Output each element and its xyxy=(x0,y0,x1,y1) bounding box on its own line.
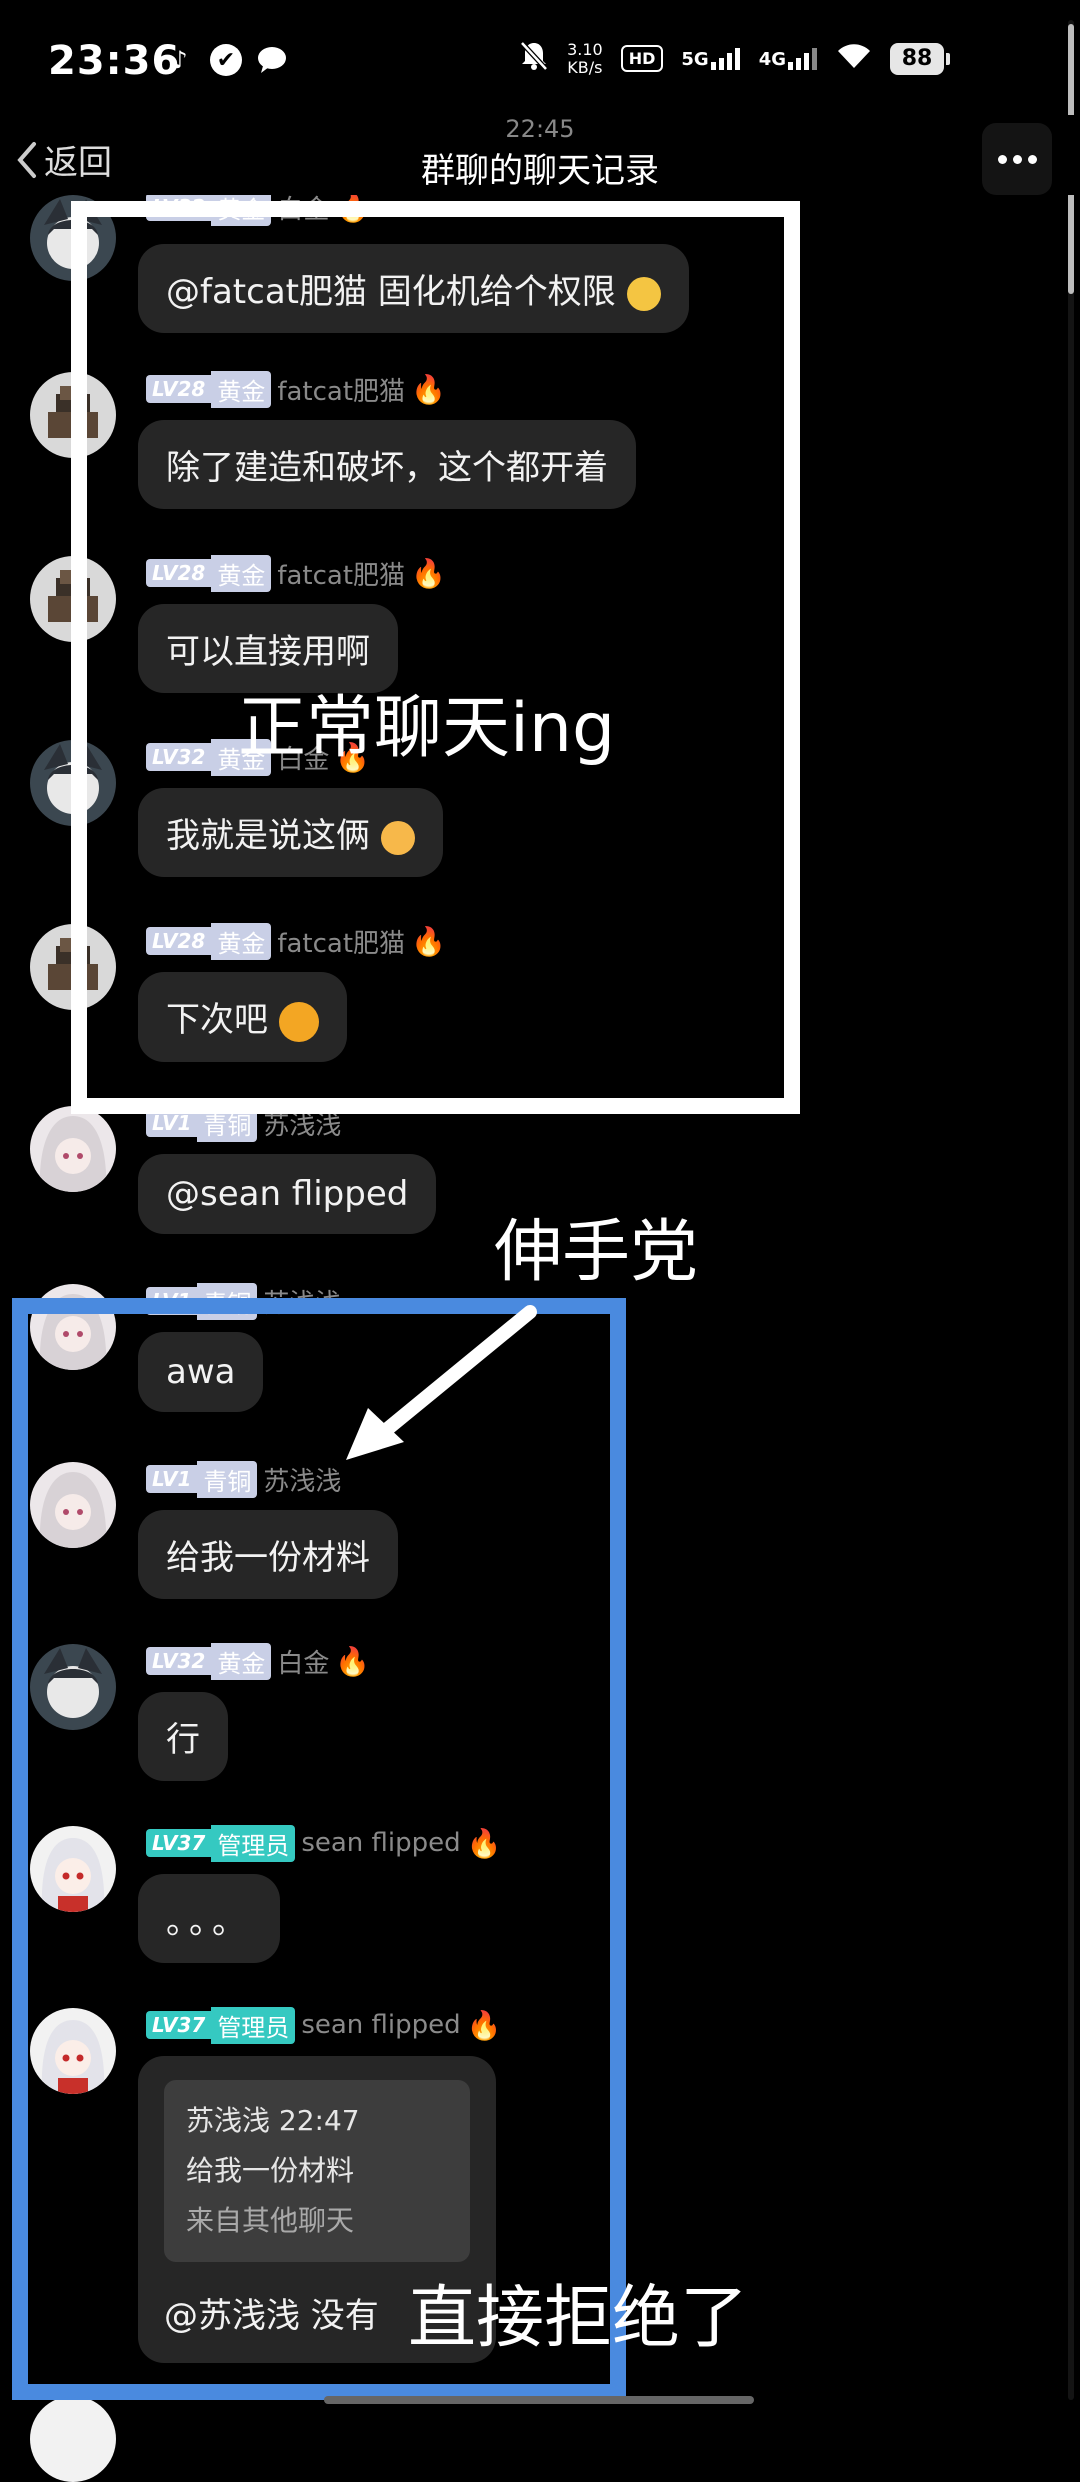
annotation-box-white xyxy=(71,201,800,1114)
message-bubble[interactable]: @sean flipped xyxy=(138,1154,437,1234)
avatar[interactable] xyxy=(30,2396,116,2482)
avatar[interactable] xyxy=(30,1106,116,1192)
annotation-normal-chat: 正常聊天ing xyxy=(238,689,616,768)
arrow-icon xyxy=(346,1305,537,1460)
title-bar: 返回 22:45 群聊的聊天记录 xyxy=(0,115,1080,195)
annotation-rejected: 直接拒绝了 xyxy=(408,2279,749,2358)
page-title: 群聊的聊天记录 xyxy=(421,151,659,191)
home-indicator[interactable] xyxy=(324,2396,754,2404)
more-options-button[interactable] xyxy=(982,123,1052,195)
chat-time: 22:45 xyxy=(505,115,575,143)
annotation-freeloader: 伸手党 xyxy=(494,1213,699,1292)
